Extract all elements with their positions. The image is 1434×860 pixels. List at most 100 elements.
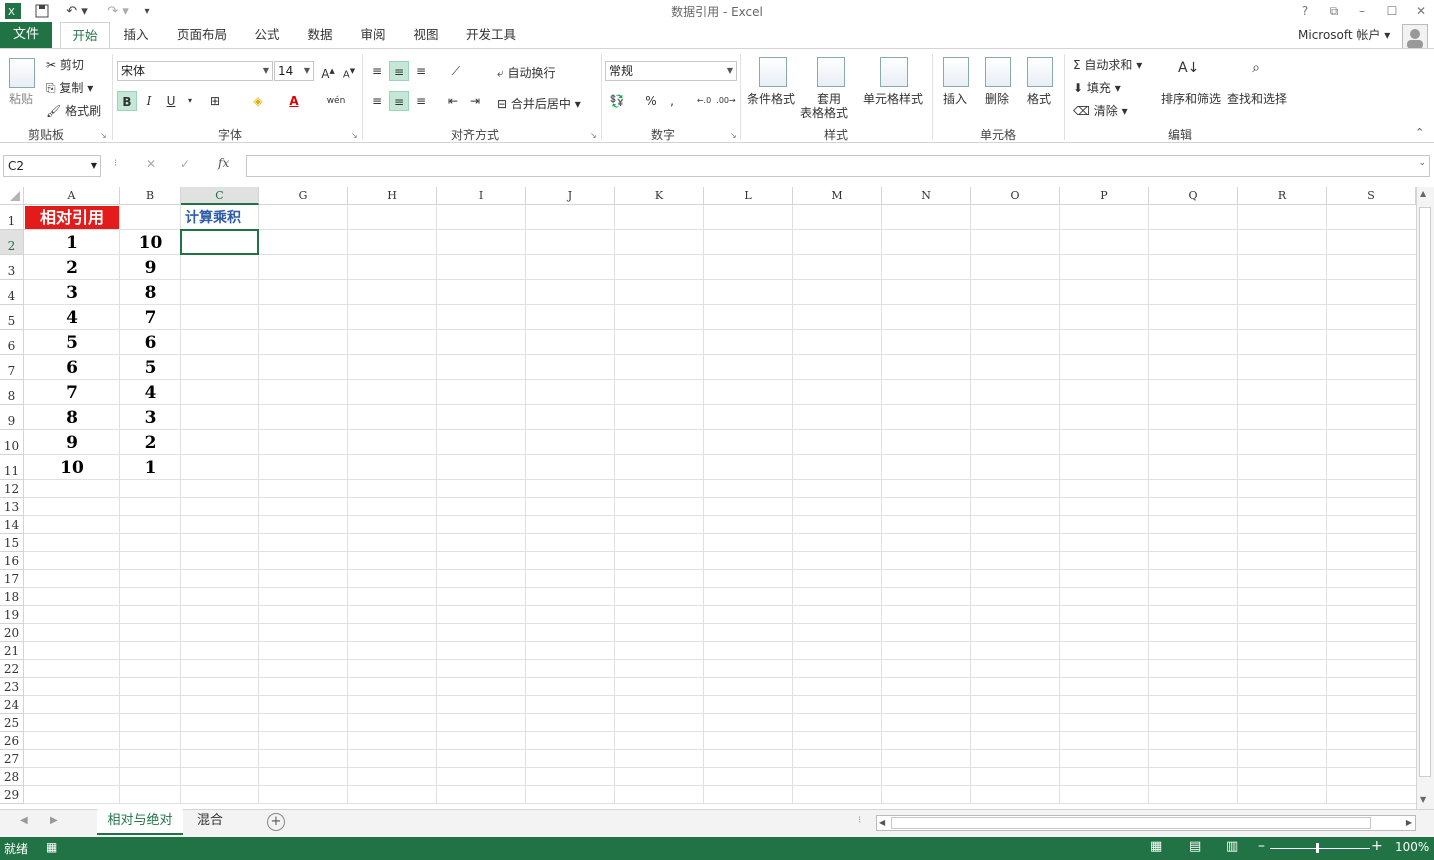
row-header-5[interactable]: 5 xyxy=(0,305,24,330)
sort-filter-icon[interactable]: A↓ xyxy=(1178,58,1199,78)
tab-page-layout[interactable]: 页面布局 xyxy=(170,22,234,47)
avatar[interactable] xyxy=(1402,24,1428,50)
format-cells-icon[interactable] xyxy=(1027,57,1053,87)
macro-record-icon[interactable]: ▦ xyxy=(46,840,57,854)
row-header-23[interactable]: 23 xyxy=(0,678,24,696)
row-header-25[interactable]: 25 xyxy=(0,714,24,732)
cell-a2[interactable]: 1 xyxy=(24,232,120,254)
horizontal-scroll-thumb[interactable] xyxy=(891,817,1371,829)
format-as-table-icon[interactable] xyxy=(817,57,845,87)
align-top-icon[interactable]: ≡ xyxy=(367,61,387,81)
scroll-left-icon[interactable]: ◀ xyxy=(879,818,885,827)
maximize-button[interactable]: ☐ xyxy=(1381,2,1403,20)
collapse-ribbon-icon[interactable]: ⌃ xyxy=(1415,126,1424,139)
align-bottom-icon[interactable]: ≡ xyxy=(411,61,431,81)
row-header-10[interactable]: 10 xyxy=(0,430,24,455)
row-header-29[interactable]: 29 xyxy=(0,786,24,804)
cell-styles-icon[interactable] xyxy=(880,57,908,87)
help-button[interactable]: ? xyxy=(1294,2,1316,20)
grow-font-icon[interactable]: A▲ xyxy=(318,61,338,81)
formula-input[interactable]: ⌄ xyxy=(246,155,1430,177)
expand-formula-icon[interactable]: ⌄ xyxy=(1418,158,1426,168)
zoom-level[interactable]: 100% xyxy=(1395,840,1429,854)
cell-b2[interactable]: 10 xyxy=(120,232,181,254)
insert-cells-icon[interactable] xyxy=(943,57,969,87)
cell-b8[interactable]: 4 xyxy=(120,382,181,404)
row-header-24[interactable]: 24 xyxy=(0,696,24,714)
scroll-up-icon[interactable]: ▲ xyxy=(1420,189,1426,198)
cell-b11[interactable]: 1 xyxy=(120,457,181,479)
tab-file[interactable]: 文件 xyxy=(0,22,52,48)
insert-function-button[interactable]: fx xyxy=(218,156,229,170)
paste-button[interactable]: 粘贴 xyxy=(9,90,33,107)
alignment-launcher-icon[interactable]: ↘ xyxy=(590,131,597,140)
cell-b6[interactable]: 6 xyxy=(120,332,181,354)
tab-data[interactable]: 数据 xyxy=(300,22,340,47)
column-header-i[interactable]: I xyxy=(437,187,526,205)
autosum-button[interactable]: Σ 自动求和 ▾ xyxy=(1073,56,1142,73)
selected-cell-c2[interactable] xyxy=(180,229,259,255)
column-header-r[interactable]: R xyxy=(1238,187,1327,205)
increase-indent-icon[interactable]: ⇥ xyxy=(465,91,485,111)
row-header-1[interactable]: 1 xyxy=(0,205,24,230)
row-header-7[interactable]: 7 xyxy=(0,355,24,380)
align-right-icon[interactable]: ≡ xyxy=(411,91,431,111)
insert-cells-button[interactable]: 插入 xyxy=(943,90,967,107)
font-name-select[interactable]: 宋体 ▼ xyxy=(117,61,273,81)
cell-a5[interactable]: 4 xyxy=(24,307,120,329)
row-header-27[interactable]: 27 xyxy=(0,750,24,768)
cancel-button[interactable]: ✕ xyxy=(146,157,156,171)
column-header-b[interactable]: B xyxy=(120,187,181,205)
decrease-decimal-icon[interactable]: .00→ xyxy=(716,91,736,111)
clear-button[interactable]: ⌫ 清除 ▾ xyxy=(1073,102,1128,119)
tab-insert[interactable]: 插入 xyxy=(116,22,156,47)
vertical-scrollbar[interactable]: ▲ ▼ xyxy=(1416,187,1434,809)
row-header-6[interactable]: 6 xyxy=(0,330,24,355)
underline-button[interactable]: U xyxy=(161,91,181,111)
row-header-16[interactable]: 16 xyxy=(0,552,24,570)
cell-b3[interactable]: 9 xyxy=(120,257,181,279)
column-header-o[interactable]: O xyxy=(971,187,1060,205)
horizontal-scrollbar[interactable]: ◀ ▶ xyxy=(876,815,1416,831)
row-header-13[interactable]: 13 xyxy=(0,498,24,516)
cell-a9[interactable]: 8 xyxy=(24,407,120,429)
tab-view[interactable]: 视图 xyxy=(406,22,446,47)
cell-a10[interactable]: 9 xyxy=(24,432,120,454)
column-header-n[interactable]: N xyxy=(882,187,971,205)
column-header-j[interactable]: J xyxy=(526,187,615,205)
column-header-p[interactable]: P xyxy=(1060,187,1149,205)
merge-center-button[interactable]: ⊟ 合并后居中 ▾ xyxy=(497,95,581,112)
underline-dropdown-icon[interactable]: ▾ xyxy=(180,91,200,111)
paste-icon[interactable] xyxy=(9,58,35,88)
ribbon-display-button[interactable]: ⧉ xyxy=(1323,2,1345,20)
tab-review[interactable]: 审阅 xyxy=(353,22,393,47)
number-format-select[interactable]: 常规 ▼ xyxy=(605,61,737,81)
row-header-20[interactable]: 20 xyxy=(0,624,24,642)
add-sheet-icon[interactable]: + xyxy=(267,813,285,831)
row-header-26[interactable]: 26 xyxy=(0,732,24,750)
cell-b10[interactable]: 2 xyxy=(120,432,181,454)
close-button[interactable]: ✕ xyxy=(1410,2,1432,20)
column-header-m[interactable]: M xyxy=(793,187,882,205)
row-header-19[interactable]: 19 xyxy=(0,606,24,624)
row-header-18[interactable]: 18 xyxy=(0,588,24,606)
zoom-out-button[interactable]: – xyxy=(1258,838,1265,854)
number-launcher-icon[interactable]: ↘ xyxy=(730,131,737,140)
format-cells-button[interactable]: 格式 xyxy=(1027,90,1051,107)
row-header-3[interactable]: 3 xyxy=(0,255,24,280)
cell-a1[interactable]: 相对引用 xyxy=(25,206,119,229)
column-header-s[interactable]: S xyxy=(1327,187,1416,205)
borders-icon[interactable]: ⊞ xyxy=(205,91,225,111)
zoom-slider-thumb[interactable] xyxy=(1316,843,1319,853)
shrink-font-icon[interactable]: A▼ xyxy=(339,61,359,81)
comma-button[interactable]: , xyxy=(662,91,682,111)
zoom-in-button[interactable]: + xyxy=(1371,838,1383,854)
increase-decimal-icon[interactable]: ←.0 xyxy=(694,91,714,111)
font-launcher-icon[interactable]: ↘ xyxy=(351,131,358,140)
tab-formulas[interactable]: 公式 xyxy=(248,22,286,47)
page-break-view-icon[interactable]: ▥ xyxy=(1226,839,1238,854)
cell-a3[interactable]: 2 xyxy=(24,257,120,279)
row-header-17[interactable]: 17 xyxy=(0,570,24,588)
format-painter-button[interactable]: 🖌 格式刷 xyxy=(46,102,101,119)
bold-button[interactable]: B xyxy=(117,91,137,111)
